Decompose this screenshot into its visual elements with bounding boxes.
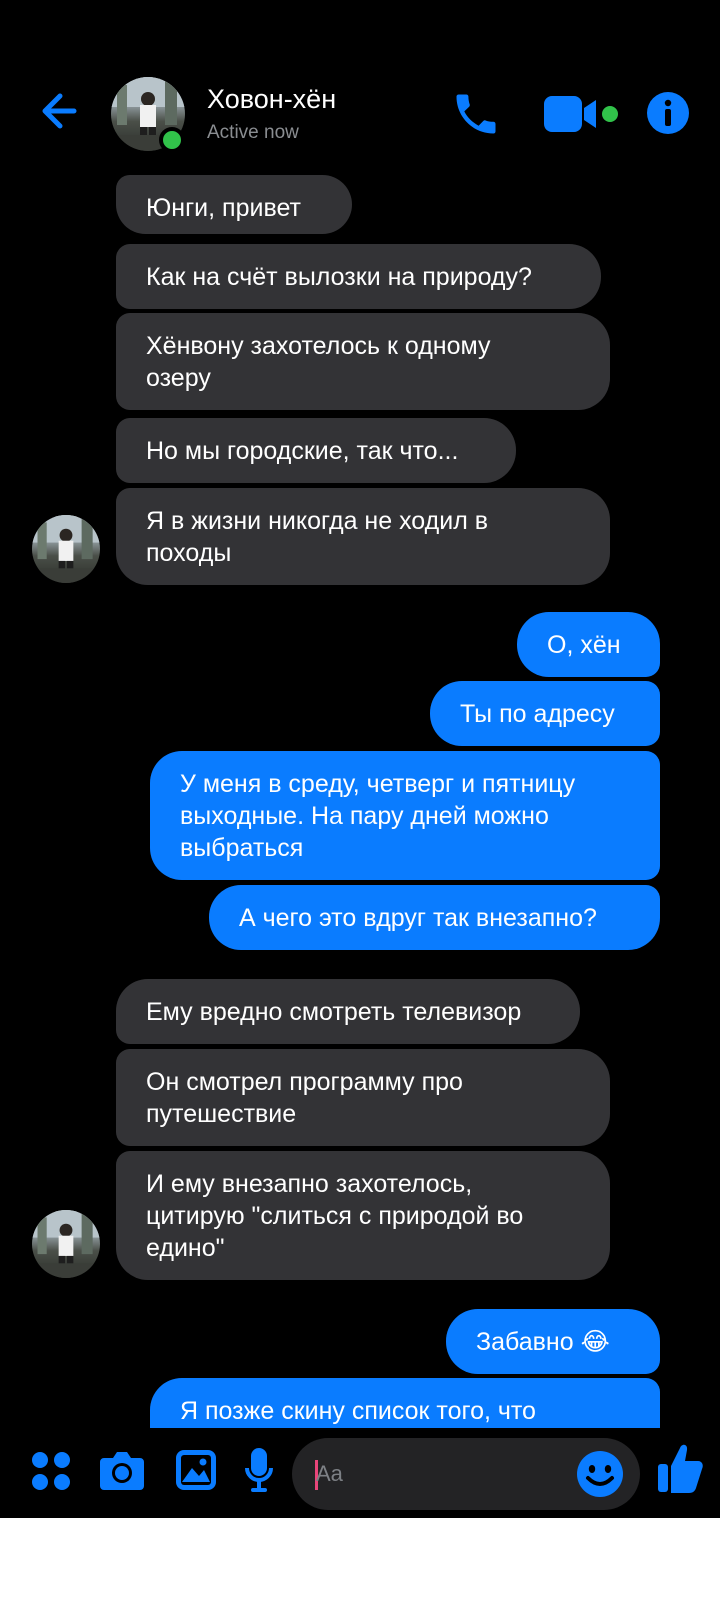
chat-header: Ховон-хён Active now bbox=[0, 0, 720, 175]
camera-icon bbox=[100, 1452, 144, 1490]
video-call-button[interactable] bbox=[544, 94, 630, 134]
message-bubble[interactable]: Я позже скину список того, что bbox=[150, 1378, 660, 1428]
gallery-icon bbox=[176, 1450, 216, 1490]
message-bubble[interactable]: Хёнвону захотелось к одному озеру bbox=[116, 313, 610, 410]
back-button[interactable] bbox=[34, 84, 88, 138]
voice-button[interactable] bbox=[244, 1446, 274, 1494]
message-bubble[interactable]: И ему внезапно захотелось, цитирую "слит… bbox=[116, 1151, 610, 1280]
message-list[interactable]: Юнги, привет Как на счёт вылозки на прир… bbox=[0, 160, 720, 1428]
audio-call-button[interactable] bbox=[450, 88, 502, 140]
emoji-button[interactable] bbox=[576, 1450, 624, 1498]
info-icon bbox=[647, 92, 689, 134]
message-composer bbox=[0, 1428, 720, 1518]
message-bubble[interactable]: Юнги, привет bbox=[116, 175, 352, 234]
message-input-container[interactable] bbox=[292, 1438, 640, 1510]
chat-screen: Ховон-хён Active now Юнги, привет Как на… bbox=[0, 0, 720, 1600]
message-bubble[interactable]: Ему вредно смотреть телевизор bbox=[116, 979, 580, 1044]
contact-status: Active now bbox=[207, 122, 299, 143]
like-button[interactable] bbox=[656, 1440, 704, 1496]
message-input[interactable] bbox=[316, 1456, 556, 1492]
back-arrow-icon bbox=[42, 93, 77, 129]
contact-avatar-small[interactable] bbox=[32, 1210, 100, 1278]
message-bubble[interactable]: У меня в среду, четверг и пятницу выходн… bbox=[150, 751, 660, 880]
message-bubble[interactable]: А чего это вдруг так внезапно? bbox=[209, 885, 660, 950]
message-bubble[interactable]: Но мы городские, так что... bbox=[116, 418, 516, 483]
message-bubble[interactable]: Как на счёт вылозки на природу? bbox=[116, 244, 601, 309]
online-indicator bbox=[159, 127, 185, 153]
message-bubble[interactable]: Я в жизни никогда не ходил в походы bbox=[116, 488, 610, 585]
emoji-icon bbox=[577, 1451, 623, 1497]
apps-button[interactable] bbox=[30, 1450, 72, 1492]
camera-button[interactable] bbox=[98, 1448, 146, 1492]
message-bubble[interactable]: Он смотрел программу про путешествие bbox=[116, 1049, 610, 1146]
contact-name[interactable]: Ховон-хён bbox=[207, 84, 336, 115]
gallery-button[interactable] bbox=[174, 1448, 218, 1492]
thumbs-up-icon bbox=[658, 1444, 703, 1493]
contact-avatar-small[interactable] bbox=[32, 515, 100, 583]
message-bubble[interactable]: Ты по адресу bbox=[430, 681, 660, 746]
microphone-icon bbox=[245, 1448, 273, 1492]
phone-icon bbox=[456, 94, 496, 134]
video-camera-icon bbox=[544, 96, 618, 132]
system-navigation-area bbox=[0, 1518, 720, 1600]
message-bubble[interactable]: Забавно 😂 bbox=[446, 1309, 660, 1374]
apps-grid-icon bbox=[32, 1452, 70, 1490]
info-button[interactable] bbox=[645, 90, 691, 136]
message-bubble[interactable]: О, хён bbox=[517, 612, 660, 677]
